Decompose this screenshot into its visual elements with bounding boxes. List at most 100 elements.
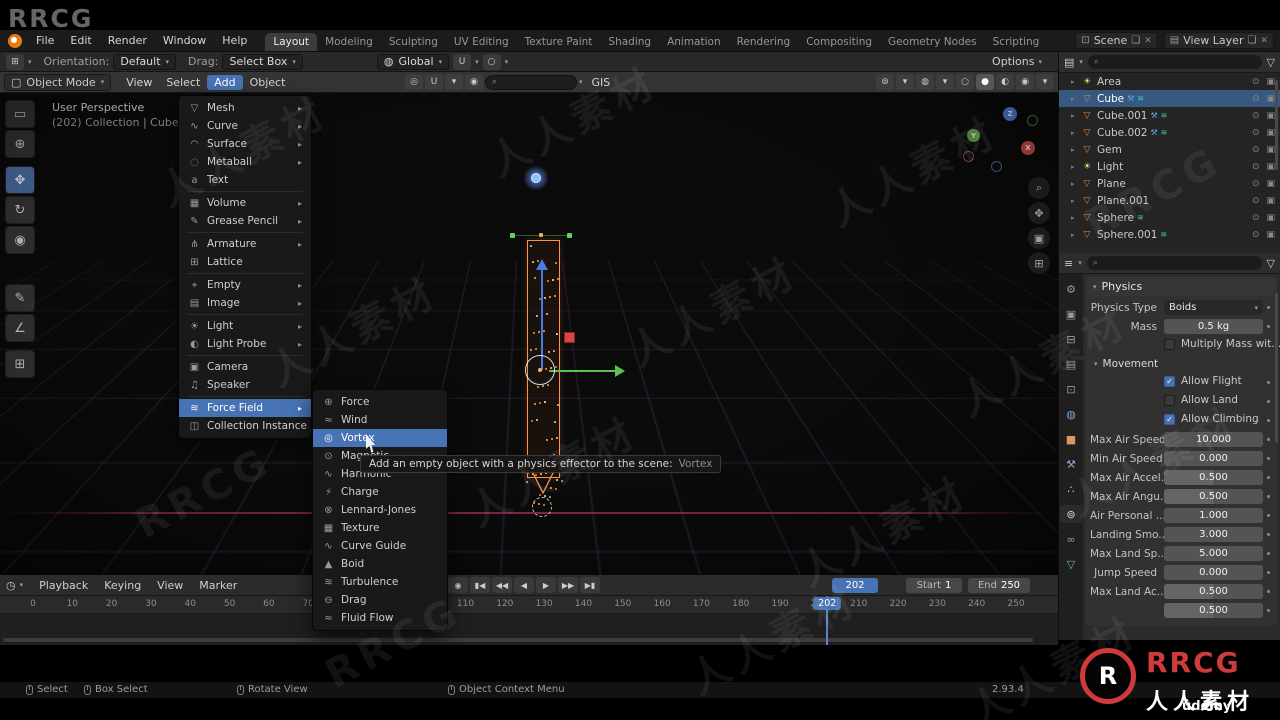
tab-compositing[interactable]: Compositing (798, 33, 880, 51)
tab-texture-paint[interactable]: Texture Paint (517, 33, 601, 51)
animate-decorator[interactable] (1263, 476, 1273, 479)
disable-render-icon[interactable]: ▣ (1266, 196, 1275, 206)
animate-decorator[interactable] (1263, 457, 1273, 460)
value-field-max-land-sp[interactable]: 5.000 (1164, 546, 1263, 561)
value-field-extra[interactable]: 0.500 (1164, 603, 1263, 618)
tab-sculpting[interactable]: Sculpting (381, 33, 446, 51)
transform-orientation-dropdown[interactable]: ◍ Global ▾ (376, 53, 450, 70)
proportional-edit-icon[interactable]: ◉ (465, 74, 483, 90)
checkbox-allow-land[interactable] (1164, 394, 1175, 406)
force-field-item-turbulence[interactable]: ≋ Turbulence (313, 573, 447, 591)
add-menu-item-curve[interactable]: ∿ Curve ▸ (179, 117, 311, 135)
view-layer-selector[interactable]: ▤ View Layer ❏ ✕ (1163, 32, 1274, 49)
timeline-menu-marker[interactable]: Marker (199, 579, 237, 592)
expand-arrow-icon[interactable]: ▸ (1071, 197, 1081, 205)
transform-tool-button[interactable]: ◉ (5, 226, 35, 254)
expand-arrow-icon[interactable]: ▸ (1071, 129, 1081, 137)
drag-dropdown[interactable]: Select Box ▾ (222, 53, 303, 70)
value-field-jump-speed[interactable]: 0.000 (1164, 565, 1263, 580)
annotate-tool-button[interactable]: ✎ (5, 284, 35, 312)
properties-tab-modifiers[interactable]: ⚒ (1060, 455, 1082, 473)
light-object[interactable] (531, 173, 541, 183)
menu-edit[interactable]: Edit (62, 34, 99, 47)
camera-view-icon[interactable]: ▣ (1028, 227, 1050, 249)
viewport-menu-add[interactable]: Add (207, 74, 243, 90)
value-field-max-air-accel[interactable]: 0.500 (1164, 470, 1263, 485)
outliner-row-cube-002[interactable]: ▸ ▽ Cube.002 ⚒ ≋ ⊙ ▣ (1059, 124, 1280, 141)
new-scene-icon[interactable]: ❏ (1131, 35, 1140, 46)
expand-arrow-icon[interactable]: ▸ (1071, 163, 1081, 171)
timeline-menu-view[interactable]: View (157, 579, 183, 592)
pivot-point-icon[interactable]: ◎ (405, 74, 423, 90)
gizmos-dropdown[interactable]: ▾ (896, 74, 914, 90)
outliner-scrollbar[interactable] (1275, 80, 1278, 170)
animate-decorator[interactable] (1263, 419, 1273, 422)
add-menu-item-camera[interactable]: ▣ Camera (179, 358, 311, 376)
timeline-ruler[interactable]: 0102030405060708090100110120130140150160… (0, 596, 1058, 614)
outliner-editor-icon[interactable]: ▤ (1064, 56, 1074, 69)
force-field-item-fluid-flow[interactable]: ≈ Fluid Flow (313, 609, 447, 627)
playhead-frame-badge[interactable]: 202 (813, 597, 842, 610)
add-menu-item-light[interactable]: ☀ Light ▸ (179, 317, 311, 335)
timeline-menu-playback[interactable]: Playback (39, 579, 88, 592)
show-gizmos-icon[interactable]: ⊚ (876, 74, 894, 90)
cube-object[interactable] (564, 332, 575, 343)
orientation-dropdown[interactable]: Default ▾ (113, 53, 177, 70)
hide-eye-icon[interactable]: ⊙ (1252, 162, 1260, 172)
add-menu-item-empty[interactable]: ⌖ Empty ▸ (179, 276, 311, 294)
tab-scripting[interactable]: Scripting (985, 33, 1048, 51)
snap-magnet-icon[interactable]: U (453, 53, 472, 70)
viewport-menu-select[interactable]: Select (159, 75, 207, 90)
outliner-row-cube-001[interactable]: ▸ ▽ Cube.001 ⚒ ≋ ⊙ ▣ (1059, 107, 1280, 124)
animate-decorator[interactable] (1263, 552, 1273, 555)
add-menu-item-image[interactable]: ▤ Image ▸ (179, 294, 311, 312)
rotate-tool-button[interactable]: ↻ (5, 196, 35, 224)
tab-modeling[interactable]: Modeling (317, 33, 381, 51)
expand-arrow-icon[interactable]: ▸ (1071, 180, 1081, 188)
value-field-min-air-speed[interactable]: 0.000 (1164, 451, 1263, 466)
gizmo-x-axis[interactable]: X (1021, 141, 1035, 155)
gizmo-y-axis[interactable]: Y (967, 129, 980, 142)
measure-tool-button[interactable]: ∠ (5, 314, 35, 342)
add-menu-item-grease-pencil[interactable]: ✎ Grease Pencil ▸ (179, 212, 311, 230)
outliner-row-plane[interactable]: ▸ ▽ Plane ⊙ ▣ (1059, 175, 1280, 192)
disable-render-icon[interactable]: ▣ (1266, 145, 1275, 155)
force-field-item-texture[interactable]: ▦ Texture (313, 519, 447, 537)
frame-start-field[interactable]: Start 1 (906, 578, 962, 593)
force-field-item-force[interactable]: ⊕ Force (313, 393, 447, 411)
menu-file[interactable]: File (28, 34, 62, 47)
animate-decorator[interactable] (1263, 438, 1273, 441)
add-menu-item-text[interactable]: a Text (179, 171, 311, 189)
properties-tab-output[interactable]: ⊟ (1060, 330, 1082, 348)
unlink-scene-icon[interactable]: ✕ (1144, 36, 1152, 46)
jump-start-button[interactable]: ▮◀ (470, 577, 490, 593)
scene-selector[interactable]: ⊡ Scene ❏ ✕ (1075, 32, 1158, 49)
expand-arrow-icon[interactable]: ▸ (1071, 146, 1081, 154)
disable-render-icon[interactable]: ▣ (1266, 77, 1275, 87)
force-field-item-wind[interactable]: ≈ Wind (313, 411, 447, 429)
add-cube-tool-button[interactable]: ⊞ (5, 350, 35, 378)
viewport-search-input[interactable]: ⌕ (485, 74, 577, 90)
options-button[interactable]: Options ▾ (992, 55, 1042, 68)
shading-dropdown[interactable]: ▾ (1036, 74, 1054, 90)
properties-tab-world[interactable]: ◍ (1060, 405, 1082, 423)
show-overlays-icon[interactable]: ◍ (916, 74, 934, 90)
expand-arrow-icon[interactable]: ▸ (1071, 95, 1081, 103)
overlays-dropdown[interactable]: ▾ (936, 74, 954, 90)
value-field-max-air-angu[interactable]: 0.500 (1164, 489, 1263, 504)
properties-tab-particles[interactable]: ∴ (1060, 480, 1082, 498)
viewport-menu-view[interactable]: View (119, 75, 159, 90)
disable-render-icon[interactable]: ▣ (1266, 94, 1275, 104)
disable-render-icon[interactable]: ▣ (1266, 162, 1275, 172)
properties-tab-constraints[interactable]: ∞ (1060, 530, 1082, 548)
disable-render-icon[interactable]: ▣ (1266, 111, 1275, 121)
menu-window[interactable]: Window (155, 34, 214, 47)
add-menu-item-light-probe[interactable]: ◐ Light Probe ▸ (179, 335, 311, 353)
gizmo-z-axis[interactable]: Z (1003, 107, 1017, 121)
expand-arrow-icon[interactable]: ▸ (1071, 78, 1081, 86)
current-frame-field[interactable]: 202 (832, 578, 878, 593)
filter-icon[interactable]: ▽ (1267, 56, 1275, 69)
tab-shading[interactable]: Shading (600, 33, 659, 51)
panel-section-movement[interactable]: ▾ Movement (1086, 355, 1277, 373)
play-reverse-button[interactable]: ◀ (514, 577, 534, 593)
